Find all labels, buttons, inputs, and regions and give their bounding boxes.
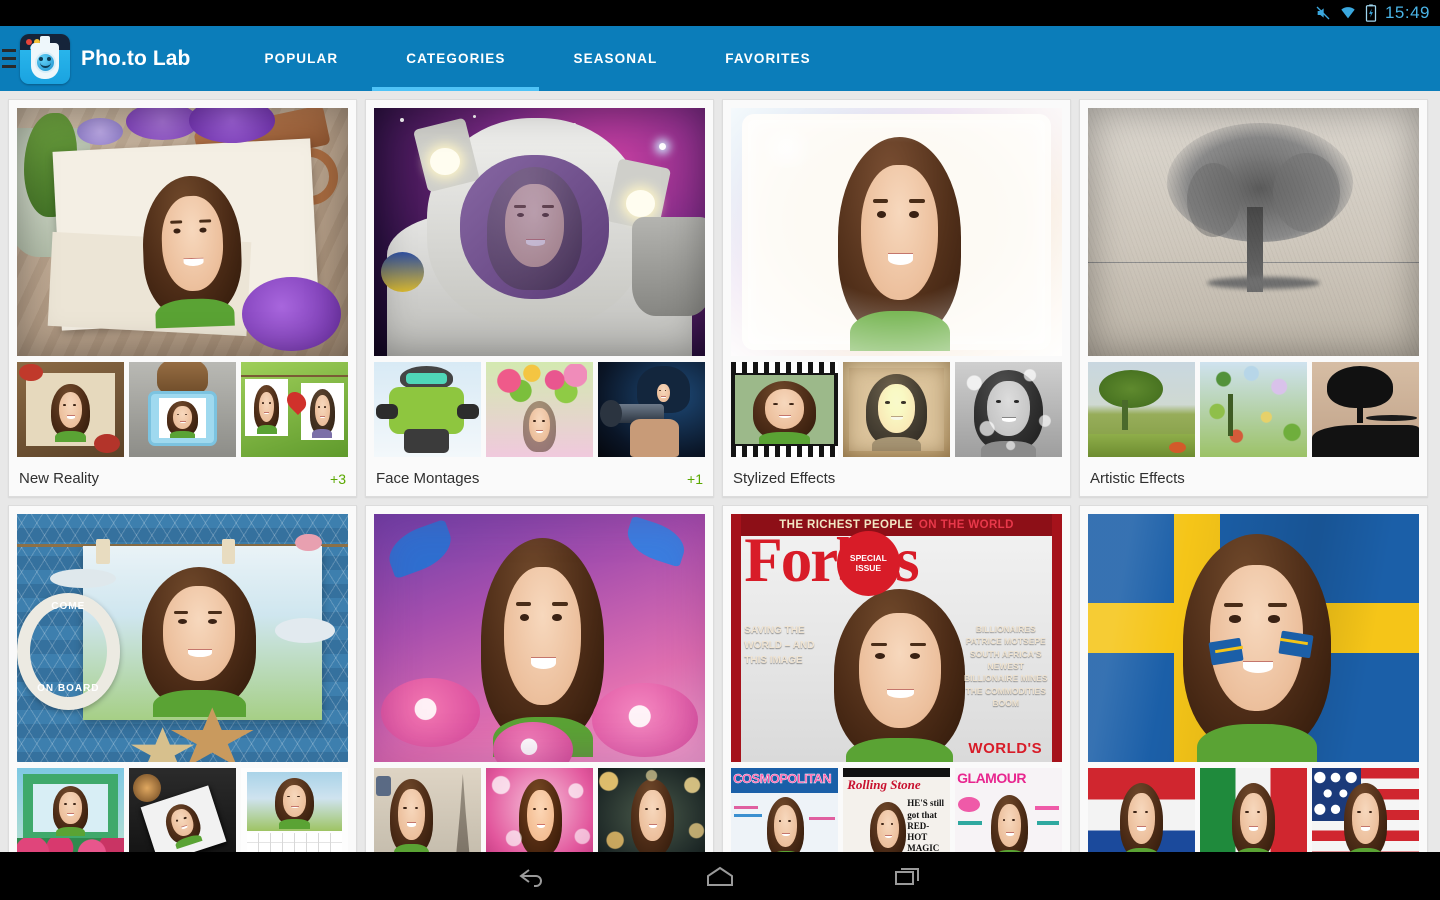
magazine-right-column: BILLIONAIRES PATRICE MOTSEPE SOUTH AFRIC… [963,624,1048,708]
thumbnail-pink-hearts-bokeh[interactable] [486,768,593,852]
category-card-nautical[interactable]: COME ON BOARD [8,505,357,852]
tab-bar: POPULAR CATEGORIES SEASONAL FAVORITES [231,26,845,91]
card-badge: +3 [330,470,346,487]
card-thumbnail-row [17,768,348,852]
thumbnail-pointillism-tree[interactable] [1200,362,1307,457]
home-icon[interactable] [697,859,743,893]
category-card-butterflies-flowers[interactable] [365,505,714,852]
android-navigation-bar [0,852,1440,900]
card-thumbnail-row: COSMOPOLITAN Rolling Stone HE'S still go… [731,768,1062,852]
tab-favorites[interactable]: FAVORITES [691,26,844,91]
category-card-stylized-effects[interactable]: Stylized Effects [722,99,1071,497]
thumbnail-cosmopolitan-cover[interactable]: COSMOPOLITAN [731,768,838,852]
category-grid: New Reality +3 Face Montages +1 Stylized… [8,99,1432,852]
thumbnail-recipe-book-frame[interactable] [17,362,124,457]
card-label: New Reality [19,470,100,487]
wifi-icon [1339,5,1357,21]
magazine-left-column: SAVING THE WORLD – AND THIS IMAGE [744,625,815,667]
thumbnail-magazine-title: Rolling Stone [847,776,921,792]
photo-lab-logo-icon [20,33,70,84]
card-label: Face Montages [376,470,480,487]
category-card-artistic-effects[interactable]: Artistic Effects [1079,99,1428,497]
back-arrow-icon[interactable] [509,859,555,893]
life-ring-text-top: COME [51,600,86,612]
app-bar: Pho.to Lab POPULAR CATEGORIES SEASONAL F… [0,26,1440,91]
category-card-new-reality[interactable]: New Reality +3 [8,99,357,497]
thumbnail-spy-with-gun-montage[interactable] [598,362,705,457]
card-label-row: Face Montages +1 [366,461,713,496]
thumbnail-photos-on-clothesline-frame[interactable] [241,362,348,457]
thumbnail-photo-on-camera-gear[interactable] [129,768,236,852]
card-hero-image [17,108,348,356]
thumbnail-dog-with-suitcase-frame[interactable] [129,362,236,457]
card-thumbnail-row [374,362,705,457]
category-card-face-montages[interactable]: Face Montages +1 [365,99,714,497]
status-bar: 15:49 [0,0,1440,26]
thumbnail-skier-montage[interactable] [374,362,481,457]
thumbnail-golden-bokeh-lights[interactable] [598,768,705,852]
thumbnail-glamour-cover[interactable]: GLAMOUR [955,768,1062,852]
card-thumbnail-row [1088,362,1419,457]
card-label-row: New Reality +3 [9,461,356,496]
card-thumbnail-row [17,362,348,457]
thumbnail-sepia-vintage-effect[interactable] [843,362,950,457]
card-thumbnail-row [1088,768,1419,852]
thumbnail-film-strip-effect[interactable] [731,362,838,457]
category-card-magazine-covers[interactable]: THE RICHEST PEOPLE ON THE WORLD Forbes S… [722,505,1071,852]
recent-apps-icon[interactable] [885,859,931,893]
category-grid-scroll-area[interactable]: New Reality +3 Face Montages +1 Stylized… [0,91,1440,852]
thumbnail-usa-flag[interactable] [1312,768,1419,852]
tab-label: FAVORITES [725,51,811,66]
tab-label: SEASONAL [573,51,658,66]
tab-label: CATEGORIES [406,51,506,66]
thumbnail-calendar-frame[interactable] [241,768,348,852]
thumbnail-eiffel-tower-frame[interactable] [374,768,481,852]
thumbnail-magazine-title: COSMOPOLITAN [733,770,832,786]
status-bar-clock: 15:49 [1384,3,1430,22]
card-hero-image: COME ON BOARD [17,514,348,762]
card-hero-image: THE RICHEST PEOPLE ON THE WORLD Forbes S… [731,514,1062,762]
card-thumbnail-row [731,362,1062,457]
card-thumbnail-row [374,768,705,852]
category-card-flags[interactable] [1079,505,1428,852]
thumbnail-magazine-title: GLAMOUR [957,769,1026,786]
life-ring-text-bottom: ON BOARD [37,682,100,694]
card-label: Stylized Effects [733,470,836,487]
card-hero-image [374,514,705,762]
magazine-bottom-text: WORLD'S [968,740,1043,758]
tab-categories[interactable]: CATEGORIES [372,26,540,91]
card-label-row: Artistic Effects [1080,461,1427,496]
card-hero-image [1088,108,1419,356]
battery-charging-icon [1365,4,1377,22]
tab-seasonal[interactable]: SEASONAL [539,26,691,91]
thumbnail-netherlands-flag[interactable] [1088,768,1195,852]
thumbnail-silhouette-tree[interactable] [1312,362,1419,457]
thumbnail-flower-crown-montage[interactable] [486,362,593,457]
card-badge: +1 [687,470,703,487]
thumbnail-italy-flag[interactable] [1200,768,1307,852]
thumbnail-green-window-frame[interactable] [17,768,124,852]
thumbnail-rainy-window-bw-effect[interactable] [955,362,1062,457]
card-label-row: Stylized Effects [723,461,1070,496]
card-hero-image [1088,514,1419,762]
tab-popular[interactable]: POPULAR [231,26,373,91]
card-hero-image [731,108,1062,356]
card-hero-image [374,108,705,356]
thumbnail-oil-painting-tree[interactable] [1088,362,1195,457]
card-label: Artistic Effects [1090,470,1185,487]
mute-icon [1315,5,1331,21]
app-title: Pho.to Lab [81,46,191,70]
thumbnail-rolling-stone-cover[interactable]: Rolling Stone HE'S still got that RED-HO… [843,768,950,852]
magazine-sticker-line-2: ISSUE [855,562,882,573]
tab-label: POPULAR [264,51,339,66]
hamburger-menu-icon[interactable] [0,26,16,91]
